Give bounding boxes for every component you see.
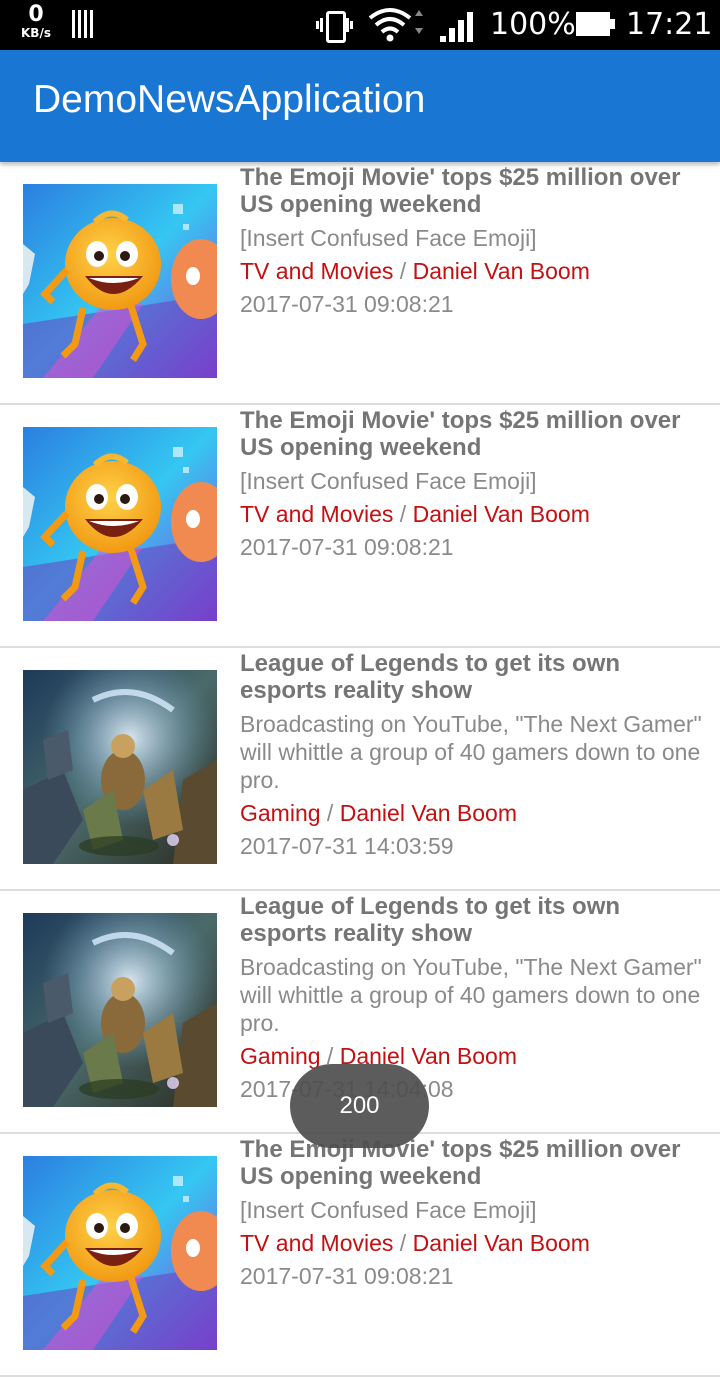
news-item[interactable]: The Emoji Movie' tops $25 million over U… (0, 1134, 720, 1377)
news-description: Broadcasting on YouTube, "The Next Gamer… (240, 711, 702, 793)
news-meta: Gaming / Daniel Van Boom (240, 799, 710, 827)
news-text: The Emoji Movie' tops $25 million over U… (240, 1136, 710, 1290)
news-text: The Emoji Movie' tops $25 million over U… (240, 164, 710, 318)
news-description: [Insert Confused Face Emoji] (240, 1197, 537, 1223)
app-bar: DemoNewsApplication (0, 50, 720, 162)
news-title: League of Legends to get its own esports… (240, 650, 621, 704)
news-date: 2017-07-31 09:08:21 (240, 534, 454, 560)
news-item[interactable]: The Emoji Movie' tops $25 million over U… (0, 162, 720, 405)
network-speed-indicator: 0 KB/s (16, 2, 56, 40)
status-bar: 0 KB/s 100% 17:21 (0, 0, 720, 50)
news-meta: TV and Movies / Daniel Van Boom (240, 1229, 710, 1257)
news-author: Daniel Van Boom (412, 1230, 590, 1256)
clock: 17:21 (626, 7, 713, 42)
meta-separator: / (393, 258, 413, 284)
news-title: The Emoji Movie' tops $25 million over U… (240, 1136, 681, 1190)
cell-signal-icon (440, 10, 476, 42)
news-description: [Insert Confused Face Emoji] (240, 468, 537, 494)
meta-separator: / (320, 800, 340, 826)
news-item[interactable]: The Emoji Movie' tops $25 million over U… (0, 405, 720, 648)
app-title: DemoNewsApplication (33, 78, 426, 121)
news-category: TV and Movies (240, 258, 394, 284)
news-thumbnail (23, 913, 217, 1107)
news-description: [Insert Confused Face Emoji] (240, 225, 537, 251)
news-thumbnail (23, 427, 217, 621)
news-author: Daniel Van Boom (412, 501, 590, 527)
news-category: Gaming (240, 800, 321, 826)
news-date: 2017-07-31 09:08:21 (240, 1263, 454, 1289)
toast-message: 200 (290, 1064, 429, 1148)
news-title: The Emoji Movie' tops $25 million over U… (240, 407, 681, 461)
news-meta: Gaming / Daniel Van Boom (240, 1042, 710, 1070)
news-date: 2017-07-31 09:08:21 (240, 291, 454, 317)
battery-icon (576, 12, 615, 36)
news-meta: TV and Movies / Daniel Van Boom (240, 500, 710, 528)
battery-percentage: 100% (490, 7, 576, 42)
news-thumbnail (23, 670, 217, 864)
news-item[interactable]: League of Legends to get its own esports… (0, 648, 720, 891)
news-date: 2017-07-31 14:03:59 (240, 833, 454, 859)
network-speed-value: 0 (28, 2, 44, 27)
news-category: TV and Movies (240, 1230, 394, 1256)
news-text: League of Legends to get its own esports… (240, 650, 710, 860)
vibrate-icon (316, 10, 354, 43)
news-meta: TV and Movies / Daniel Van Boom (240, 257, 710, 285)
news-title: The Emoji Movie' tops $25 million over U… (240, 164, 681, 218)
news-list[interactable]: The Emoji Movie' tops $25 million over U… (0, 162, 720, 1377)
news-thumbnail (23, 184, 217, 378)
meta-separator: / (393, 1230, 413, 1256)
news-author: Daniel Van Boom (412, 258, 590, 284)
news-title: League of Legends to get its own esports… (240, 893, 621, 947)
news-thumbnail (23, 1156, 217, 1350)
network-speed-unit: KB/s (21, 26, 51, 40)
news-text: The Emoji Movie' tops $25 million over U… (240, 407, 710, 561)
news-description: Broadcasting on YouTube, "The Next Gamer… (240, 954, 702, 1036)
sim-card-icon (72, 10, 96, 38)
wifi-icon (368, 6, 424, 44)
news-category: TV and Movies (240, 501, 394, 527)
meta-separator: / (393, 501, 413, 527)
news-category: Gaming (240, 1043, 321, 1069)
news-author: Daniel Van Boom (339, 800, 518, 826)
